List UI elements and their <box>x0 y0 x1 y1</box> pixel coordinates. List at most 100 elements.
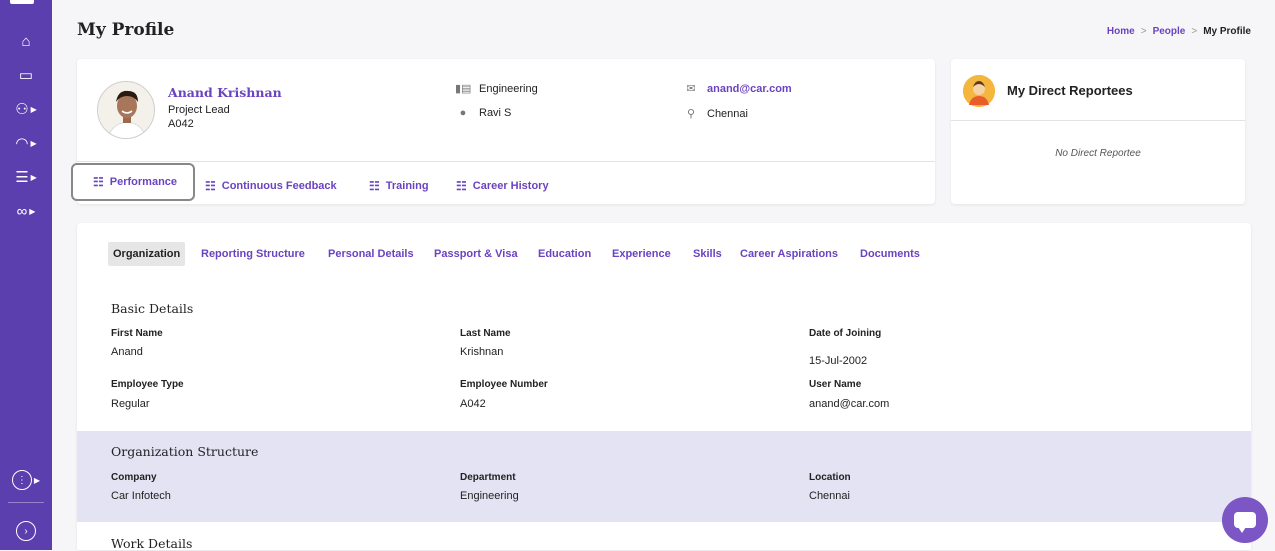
employee-name: Anand Krishnan <box>168 85 282 100</box>
tab-label: Training <box>385 180 429 192</box>
avatar-image <box>98 82 154 138</box>
monitor-icon[interactable]: ▭ <box>0 62 52 88</box>
breadcrumb-current: My Profile <box>1203 26 1251 37</box>
employee-code: A042 <box>168 118 194 130</box>
chat-icon <box>1234 512 1256 533</box>
tab-performance[interactable]: ☷ Performance <box>71 163 195 201</box>
tab-passport-visa[interactable]: Passport & Visa <box>434 242 518 266</box>
dashboard-icon[interactable]: ◠ ▶ <box>0 130 52 156</box>
chat-button[interactable] <box>1222 497 1268 543</box>
apps-menu-button[interactable]: ⋮ ▶ <box>0 467 52 493</box>
sidebar-active-indicator <box>10 0 34 4</box>
home-glyph: ⌂ <box>21 32 31 50</box>
people-glyph: ⚇ <box>15 101 29 118</box>
department-icon: ▮▤ <box>455 83 472 95</box>
field-label-employee-number: Employee Number <box>460 379 548 390</box>
tab-skills[interactable]: Skills <box>693 242 722 266</box>
field-label-last-name: Last Name <box>460 328 511 339</box>
location-text: Chennai <box>707 107 748 120</box>
mail-icon: ✉ <box>686 83 696 95</box>
handshake-icon[interactable]: ∞ ▶ <box>0 198 52 224</box>
section-title-basic-details: Basic Details <box>111 301 194 316</box>
field-value-employee-type: Regular <box>111 398 150 410</box>
caret-right-icon: ▶ <box>30 138 37 148</box>
tab-experience[interactable]: Experience <box>612 242 671 266</box>
dashboard-glyph: ◠ <box>15 135 29 152</box>
tab-personal-details[interactable]: Personal Details <box>328 242 414 266</box>
field-label-employee-type: Employee Type <box>111 379 184 390</box>
field-label-location: Location <box>809 472 851 483</box>
field-value-employee-number: A042 <box>460 398 486 410</box>
sidebar-divider <box>8 502 44 503</box>
email-info: ✉ anand@car.com <box>683 82 792 96</box>
divider <box>951 120 1245 121</box>
employee-role: Project Lead <box>168 104 230 116</box>
database-icon[interactable]: ☰ ▶ <box>0 164 52 190</box>
expand-sidebar-button[interactable]: › <box>0 518 52 544</box>
direct-reportees-card: My Direct Reportees No Direct Reportee <box>951 59 1245 204</box>
field-value-last-name: Krishnan <box>460 346 504 358</box>
breadcrumb-separator: > <box>1140 26 1147 37</box>
department-text: Engineering <box>479 82 538 95</box>
details-card: Organization Reporting Structure Persona… <box>77 223 1251 551</box>
field-label-first-name: First Name <box>111 328 163 339</box>
reportees-title: My Direct Reportees <box>1007 83 1133 98</box>
person-icon <box>963 75 995 107</box>
field-label-user-name: User Name <box>809 379 862 390</box>
field-value-user-name: anand@car.com <box>809 398 890 410</box>
caret-right-icon: ▶ <box>29 206 36 216</box>
monitor-glyph: ▭ <box>18 67 34 84</box>
empty-state-text: No Direct Reportee <box>1055 148 1141 159</box>
list-icon: ☷ <box>456 179 467 193</box>
section-title-work-details: Work Details <box>111 536 193 551</box>
manager-text: Ravi S <box>479 107 512 119</box>
list-icon: ☷ <box>369 179 380 193</box>
organization-structure-section: Organization Structure Company Car Infot… <box>77 431 1251 522</box>
user-icon: ● <box>459 107 467 119</box>
breadcrumb-separator: > <box>1191 26 1198 37</box>
tab-career-history[interactable]: ☷ Career History <box>456 174 549 198</box>
tab-continuous-feedback[interactable]: ☷ Continuous Feedback <box>205 174 337 198</box>
field-label-date-of-joining: Date of Joining <box>809 328 882 339</box>
manager-info: ● Ravi S <box>455 107 512 119</box>
list-icon: ☷ <box>205 179 216 193</box>
field-value-location: Chennai <box>809 490 850 502</box>
field-value-company: Car Infotech <box>111 490 171 502</box>
section-title-organization-structure: Organization Structure <box>111 444 259 459</box>
list-icon: ☷ <box>93 175 104 189</box>
tab-label: Performance <box>109 176 178 188</box>
field-value-department: Engineering <box>460 490 519 502</box>
chevron-right-icon: › <box>16 521 36 541</box>
profile-card: Anand Krishnan Project Lead A042 ▮▤ Engi… <box>71 59 935 204</box>
avatar <box>97 81 155 139</box>
tab-reporting-structure[interactable]: Reporting Structure <box>201 242 305 266</box>
database-glyph: ☰ <box>15 169 29 186</box>
tab-label: Continuous Feedback <box>221 180 337 192</box>
tab-organization[interactable]: Organization <box>108 242 186 266</box>
divider <box>77 161 935 162</box>
home-icon[interactable]: ⌂ <box>0 28 52 54</box>
email-link[interactable]: anand@car.com <box>707 83 792 95</box>
tab-education[interactable]: Education <box>538 242 591 266</box>
field-label-company: Company <box>111 472 157 483</box>
department-info: ▮▤ Engineering <box>455 82 538 96</box>
reportee-avatar-icon <box>963 75 995 107</box>
page-title: My Profile <box>77 20 175 40</box>
location-info: ⚲ Chennai <box>683 107 748 121</box>
breadcrumb-people-link[interactable]: People <box>1153 26 1186 37</box>
caret-right-icon: ▶ <box>30 172 37 182</box>
handshake-glyph: ∞ <box>16 202 28 220</box>
field-value-first-name: Anand <box>111 346 143 358</box>
caret-right-icon: ▶ <box>33 475 41 485</box>
field-label-department: Department <box>460 472 516 483</box>
tab-career-aspirations[interactable]: Career Aspirations <box>740 242 838 266</box>
caret-right-icon: ▶ <box>30 104 37 114</box>
tab-training[interactable]: ☷ Training <box>369 174 429 198</box>
field-value-date-of-joining: 15-Jul-2002 <box>809 355 868 367</box>
location-pin-icon: ⚲ <box>686 108 696 120</box>
breadcrumb: Home > People > My Profile <box>1107 26 1251 37</box>
breadcrumb-home-link[interactable]: Home <box>1107 26 1135 37</box>
people-icon[interactable]: ⚇ ▶ <box>0 96 52 122</box>
apps-icon: ⋮ <box>11 470 32 490</box>
tab-documents[interactable]: Documents <box>860 242 920 266</box>
